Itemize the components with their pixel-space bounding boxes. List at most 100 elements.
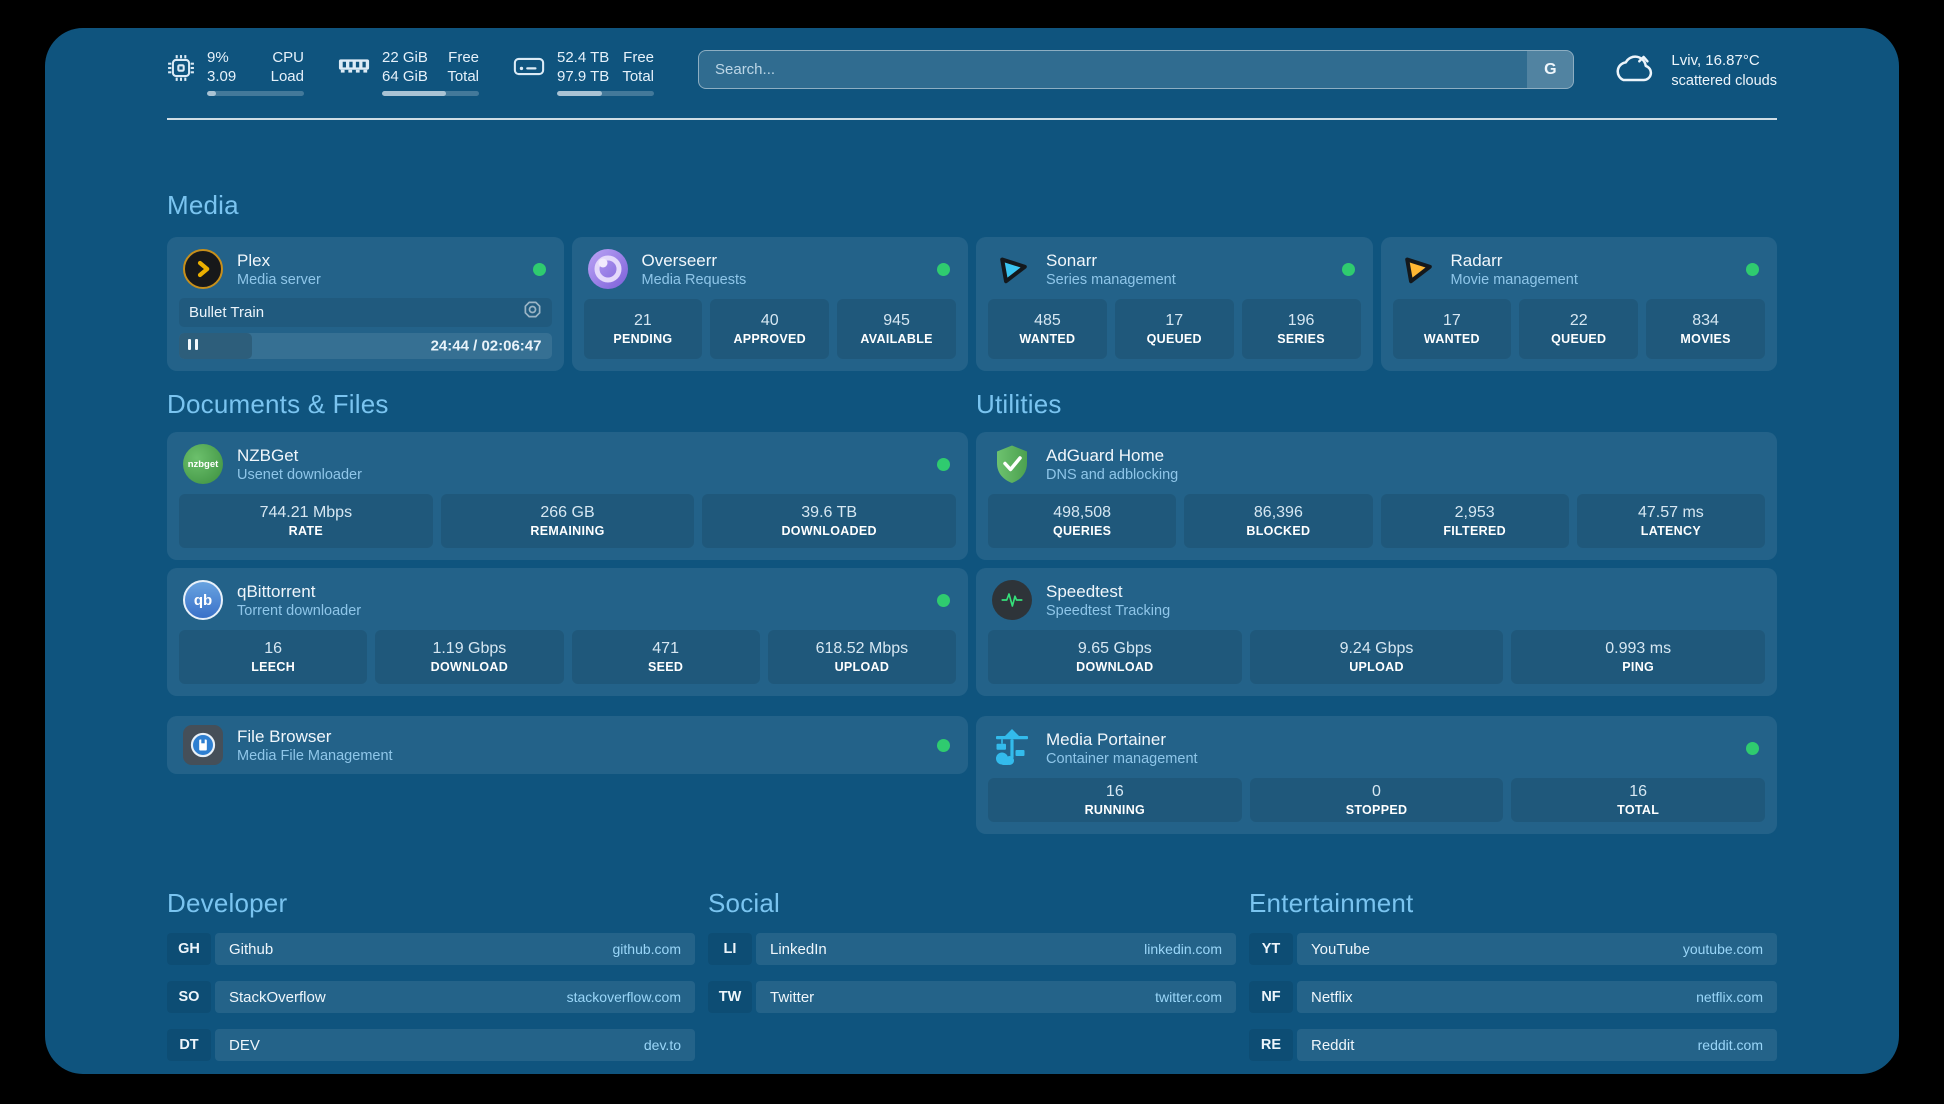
pause-icon[interactable] [188, 337, 198, 355]
service-card-filebrowser[interactable]: File Browser Media File Management [167, 716, 968, 774]
stat-block: 16RUNNING [988, 778, 1242, 822]
cpu-usage-label: CPU [271, 48, 304, 67]
service-card-sonarr[interactable]: Sonarr Series management 485WANTED 17QUE… [976, 237, 1373, 371]
service-name: Sonarr [1046, 250, 1342, 271]
section-title-social: Social [708, 888, 1236, 919]
status-dot [533, 263, 546, 276]
bookmark-abbr: DT [167, 1029, 211, 1061]
disk-progress-bar [557, 91, 654, 96]
service-name: File Browser [237, 726, 937, 747]
stat-block: 22QUEUED [1519, 299, 1638, 359]
cpu-load-value: 3.09 [207, 67, 236, 86]
plex-now-playing: Bullet Train [179, 298, 552, 327]
stat-block: 485WANTED [988, 299, 1107, 359]
stat-block: 0STOPPED [1250, 778, 1504, 822]
bookmark-reddit[interactable]: RE Redditreddit.com [1249, 1029, 1777, 1061]
bookmark-name: DEV [229, 1037, 260, 1054]
service-subtitle: Media Requests [642, 271, 938, 289]
bookmark-name: Github [229, 941, 273, 958]
ram-total-value: 64 GiB [382, 67, 428, 86]
service-subtitle: DNS and adblocking [1046, 466, 1759, 484]
cpu-usage-value: 9% [207, 48, 236, 67]
service-card-overseerr[interactable]: Overseerr Media Requests 21PENDING 40APP… [572, 237, 969, 371]
bookmark-stackoverflow[interactable]: SO StackOverflowstackoverflow.com [167, 981, 695, 1013]
service-subtitle: Speedtest Tracking [1046, 602, 1759, 620]
stat-block: 86,396BLOCKED [1184, 494, 1372, 548]
stat-block: 47.57 msLATENCY [1577, 494, 1765, 548]
bookmark-url: twitter.com [1155, 989, 1222, 1005]
media-grid: Plex Media server Bullet Train 2 [167, 237, 1777, 371]
memory-stat: 22 GiB64 GiB FreeTotal [338, 48, 479, 96]
service-subtitle: Container management [1046, 750, 1746, 768]
disk-free-label: Free [622, 48, 654, 67]
bookmark-netflix[interactable]: NF Netflixnetflix.com [1249, 981, 1777, 1013]
stat-block: 2,953FILTERED [1381, 494, 1569, 548]
bookmark-group-entertainment: Entertainment YT YouTubeyoutube.com NF N… [1249, 888, 1777, 1077]
ram-free-value: 22 GiB [382, 48, 428, 67]
bookmark-url: stackoverflow.com [567, 989, 681, 1005]
stream-title: Bullet Train [189, 304, 523, 321]
cloud-icon [1610, 50, 1658, 92]
service-card-qbittorrent[interactable]: qb qBittorrent Torrent downloader 16LEEC… [167, 568, 968, 696]
stream-time: 24:44 / 02:06:47 [431, 337, 542, 354]
bookmark-github[interactable]: GH Githubgithub.com [167, 933, 695, 965]
service-card-adguard[interactable]: AdGuard Home DNS and adblocking 498,508Q… [976, 432, 1777, 560]
stat-block: 17WANTED [1393, 299, 1512, 359]
cpu-load-label: Load [271, 67, 304, 86]
sonarr-icon [992, 249, 1032, 289]
bookmark-group-social: Social LI LinkedInlinkedin.com TW Twitte… [708, 888, 1236, 1077]
bookmark-linkedin[interactable]: LI LinkedInlinkedin.com [708, 933, 1236, 965]
search-bar[interactable]: G [698, 50, 1574, 89]
bookmark-youtube[interactable]: YT YouTubeyoutube.com [1249, 933, 1777, 965]
stat-block: 21PENDING [584, 299, 703, 359]
weather-condition: scattered clouds [1671, 71, 1777, 91]
status-dot [1746, 742, 1759, 755]
search-provider-button[interactable]: G [1527, 51, 1573, 88]
stat-block: 498,508QUERIES [988, 494, 1176, 548]
disk-total-label: Total [622, 67, 654, 86]
stat-block: 1.19 GbpsDOWNLOAD [375, 630, 563, 684]
dashboard-panel: 9%3.09 CPULoad [45, 28, 1899, 1074]
plex-progress-bar[interactable]: 24:44 / 02:06:47 [179, 333, 552, 359]
stat-block: 196SERIES [1242, 299, 1361, 359]
bookmark-abbr: SO [167, 981, 211, 1013]
section-title-utilities: Utilities [976, 389, 1777, 420]
bookmark-twitter[interactable]: TW Twittertwitter.com [708, 981, 1236, 1013]
adguard-icon [992, 444, 1032, 484]
bookmark-name: Reddit [1311, 1037, 1354, 1054]
service-name: AdGuard Home [1046, 445, 1759, 466]
service-name: Speedtest [1046, 581, 1759, 602]
bookmark-abbr: RE [1249, 1029, 1293, 1061]
weather-location-temp: Lviv, 16.87°C [1671, 51, 1777, 71]
service-card-plex[interactable]: Plex Media server Bullet Train 2 [167, 237, 564, 371]
stat-block: 16LEECH [179, 630, 367, 684]
service-card-radarr[interactable]: Radarr Movie management 17WANTED 22QUEUE… [1381, 237, 1778, 371]
status-dot [937, 594, 950, 607]
qbittorrent-icon: qb [183, 580, 223, 620]
disk-total-value: 97.9 TB [557, 67, 609, 86]
cpu-icon [167, 54, 195, 82]
service-subtitle: Series management [1046, 271, 1342, 289]
radarr-icon [1397, 249, 1437, 289]
section-title-developer: Developer [167, 888, 695, 919]
cpu-progress-bar [207, 91, 304, 96]
stat-block: 471SEED [572, 630, 760, 684]
weather-widget: Lviv, 16.87°C scattered clouds [1610, 50, 1777, 92]
service-name: Radarr [1451, 250, 1747, 271]
service-card-nzbget[interactable]: nzbget NZBGet Usenet downloader 744.21 M… [167, 432, 968, 560]
service-name: Overseerr [642, 250, 938, 271]
bookmark-name: YouTube [1311, 941, 1370, 958]
status-dot [937, 458, 950, 471]
service-card-speedtest[interactable]: Speedtest Speedtest Tracking 9.65 GbpsDO… [976, 568, 1777, 696]
stat-block: 9.24 GbpsUPLOAD [1250, 630, 1504, 684]
service-name: Media Portainer [1046, 729, 1746, 750]
search-input[interactable] [699, 51, 1527, 88]
stat-block: 40APPROVED [710, 299, 829, 359]
stat-block: 0.993 msPING [1511, 630, 1765, 684]
service-card-portainer[interactable]: Media Portainer Container management 16R… [976, 716, 1777, 834]
bookmarks-area: Developer GH Githubgithub.com SO StackOv… [167, 888, 1777, 1077]
status-dot [937, 739, 950, 752]
ram-total-label: Total [447, 67, 479, 86]
bookmark-dev[interactable]: DT DEVdev.to [167, 1029, 695, 1061]
status-dot [937, 263, 950, 276]
